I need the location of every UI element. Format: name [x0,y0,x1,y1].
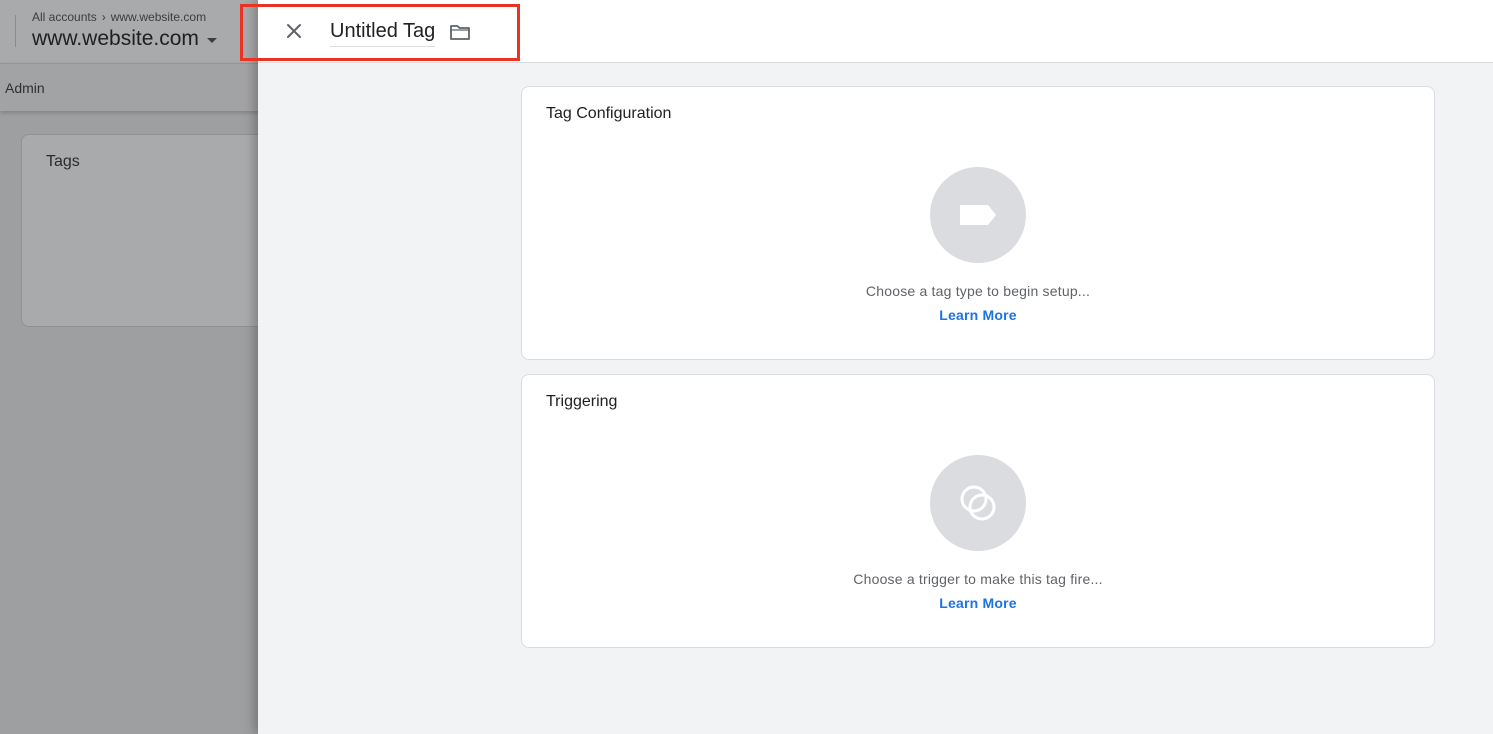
background-tags-card: Tags [21,134,281,327]
tag-configuration-title: Tag Configuration [546,105,672,122]
tag-configuration-learn-more: Learn More [522,307,1434,323]
panel-header: Untitled Tag [240,0,1493,63]
tag-type-selector[interactable] [930,167,1026,263]
breadcrumb: All accounts › www.website.com [32,10,206,24]
container-name: www.website.com [32,27,199,50]
background-nav: Admin [0,63,260,111]
tag-icon [960,205,996,225]
learn-more-link[interactable]: Learn More [939,595,1016,611]
breadcrumb-all-accounts[interactable]: All accounts [32,10,97,24]
tag-editor-panel: Untitled Tag Tag Configuration Choose a … [240,0,1493,734]
breadcrumb-current[interactable]: www.website.com [111,10,206,24]
tag-configuration-description: Choose a tag type to begin setup... [865,283,1091,299]
learn-more-link[interactable]: Learn More [939,307,1016,323]
container-selector[interactable]: www.website.com [32,27,217,51]
triggering-card[interactable]: Triggering Choose a trigger to make this… [521,374,1435,648]
tags-card-title: Tags [46,153,80,170]
header-divider [15,15,16,47]
trigger-icon [960,485,996,521]
chevron-right-icon: › [101,10,106,24]
dropdown-caret-icon [206,38,217,43]
triggering-title: Triggering [546,393,618,410]
triggering-description: Choose a trigger to make this tag fire..… [853,571,1103,587]
background-header: All accounts › www.website.com www.websi… [0,0,260,63]
nav-admin[interactable]: Admin [5,80,45,96]
triggering-learn-more: Learn More [522,595,1434,611]
close-icon[interactable] [282,19,306,43]
tag-configuration-card[interactable]: Tag Configuration Choose a tag type to b… [521,86,1435,360]
tag-title-input[interactable]: Untitled Tag [330,19,436,47]
trigger-selector[interactable] [930,455,1026,551]
folder-icon[interactable] [448,20,472,44]
